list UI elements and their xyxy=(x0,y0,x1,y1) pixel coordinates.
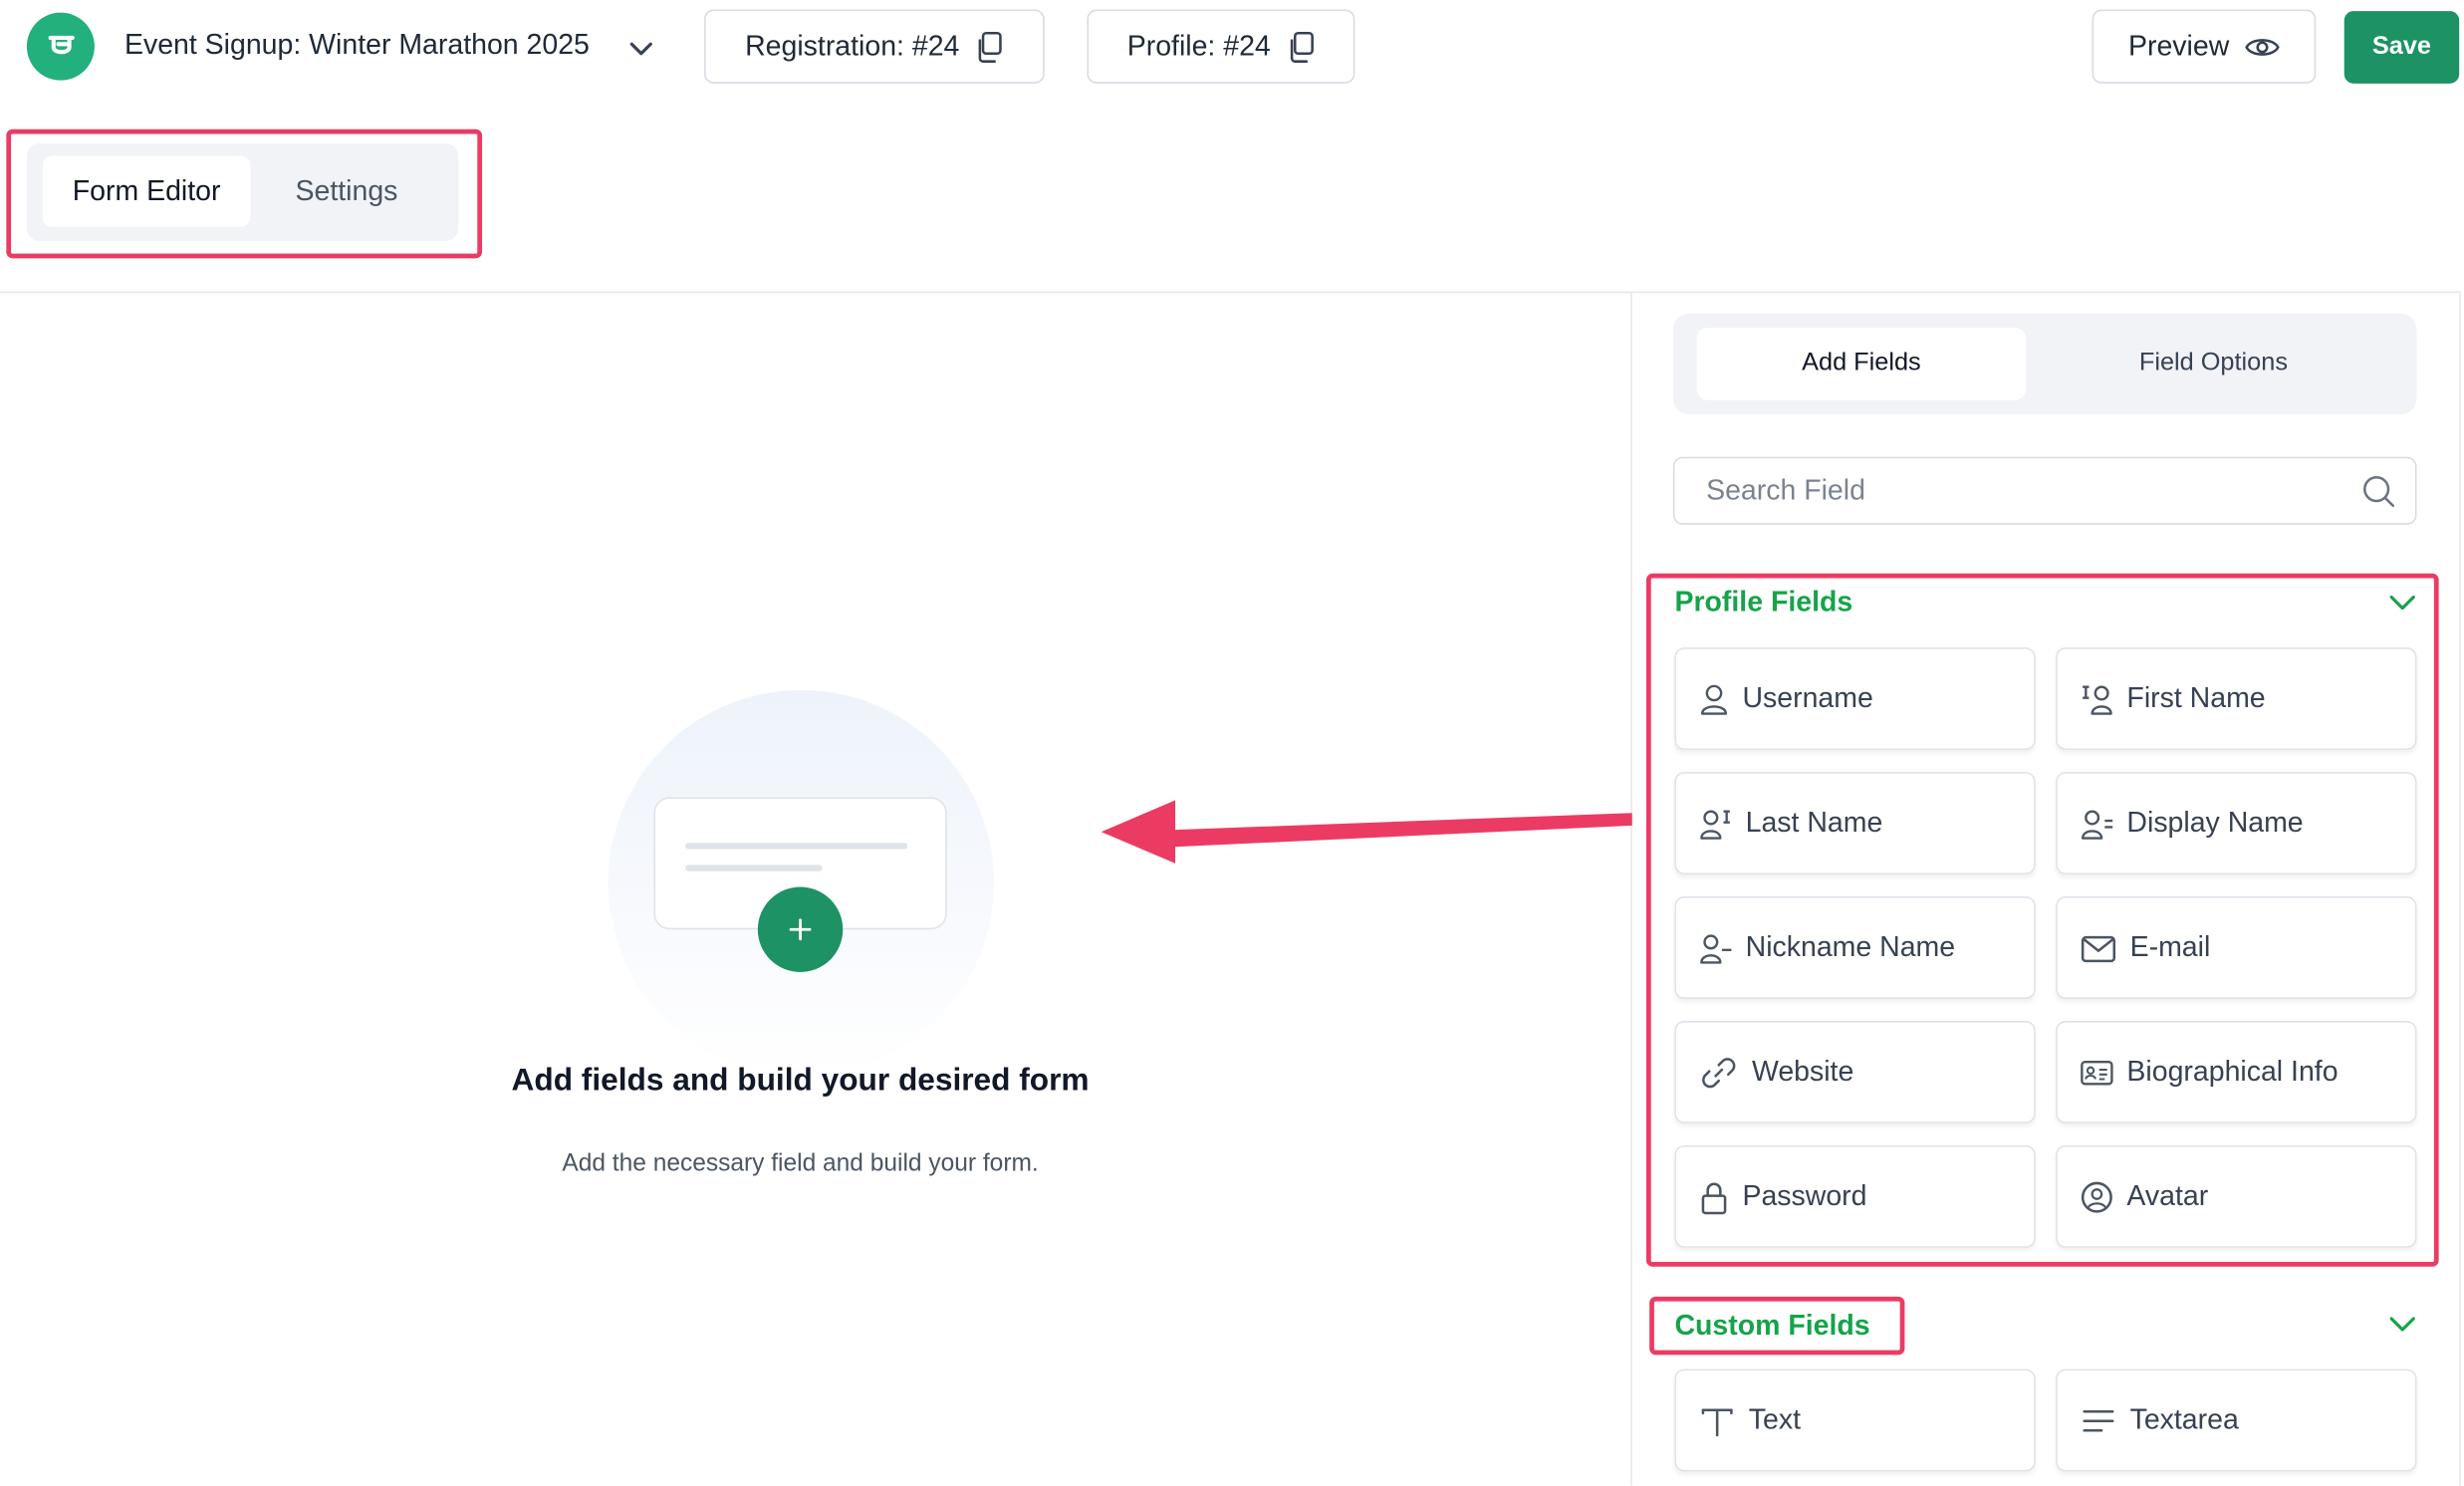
illustration-line xyxy=(685,865,823,871)
illustration-line xyxy=(685,843,908,850)
chevron-down-icon[interactable] xyxy=(2386,1311,2418,1339)
field-textarea[interactable]: Textarea xyxy=(2056,1368,2417,1472)
registration-label: Registration: #24 xyxy=(745,30,960,62)
field-label: Text xyxy=(1748,1403,1802,1436)
empty-state-subtitle: Add the necessary field and build your f… xyxy=(562,1149,1039,1177)
textarea-icon xyxy=(2083,1409,2114,1431)
logo-icon xyxy=(47,35,75,54)
panel-divider xyxy=(1630,293,1632,1486)
profile-shortcode-button[interactable]: Profile: #24 xyxy=(1087,9,1355,84)
save-button[interactable]: Save xyxy=(2343,11,2460,84)
header-divider xyxy=(0,291,2461,294)
copy-icon xyxy=(1290,31,1314,63)
preview-button[interactable]: Preview xyxy=(2092,9,2317,84)
form-title[interactable]: Event Signup: Winter Marathon 2025 xyxy=(124,28,590,61)
search-icon[interactable] xyxy=(2361,474,2396,509)
app-logo[interactable] xyxy=(26,12,95,81)
profile-label: Profile: #24 xyxy=(1126,30,1271,62)
field-text[interactable]: Text xyxy=(1674,1368,2036,1472)
annotation-highlight-profile-fields xyxy=(1645,573,2439,1267)
tab-field-options[interactable]: Field Options xyxy=(2033,328,2395,400)
search-field-box xyxy=(1672,456,2417,525)
chevron-down-icon[interactable] xyxy=(627,35,655,63)
plus-icon xyxy=(789,918,812,941)
field-label: Textarea xyxy=(2129,1403,2239,1436)
panel-right-border xyxy=(2459,293,2461,1486)
search-input[interactable] xyxy=(1693,458,2355,524)
annotation-arrow xyxy=(1101,800,1632,864)
annotation-highlight-custom-fields xyxy=(1649,1296,1905,1356)
text-icon xyxy=(1701,1407,1733,1436)
preview-label: Preview xyxy=(2127,30,2230,62)
tab-add-fields[interactable]: Add Fields xyxy=(1696,328,2027,400)
eye-icon xyxy=(2245,38,2280,56)
annotation-highlight-tabs xyxy=(6,128,483,259)
copy-icon xyxy=(978,31,1002,63)
empty-state-title: Add fields and build your desired form xyxy=(511,1063,1090,1099)
registration-shortcode-button[interactable]: Registration: #24 xyxy=(704,9,1045,84)
add-field-button[interactable] xyxy=(757,886,844,972)
